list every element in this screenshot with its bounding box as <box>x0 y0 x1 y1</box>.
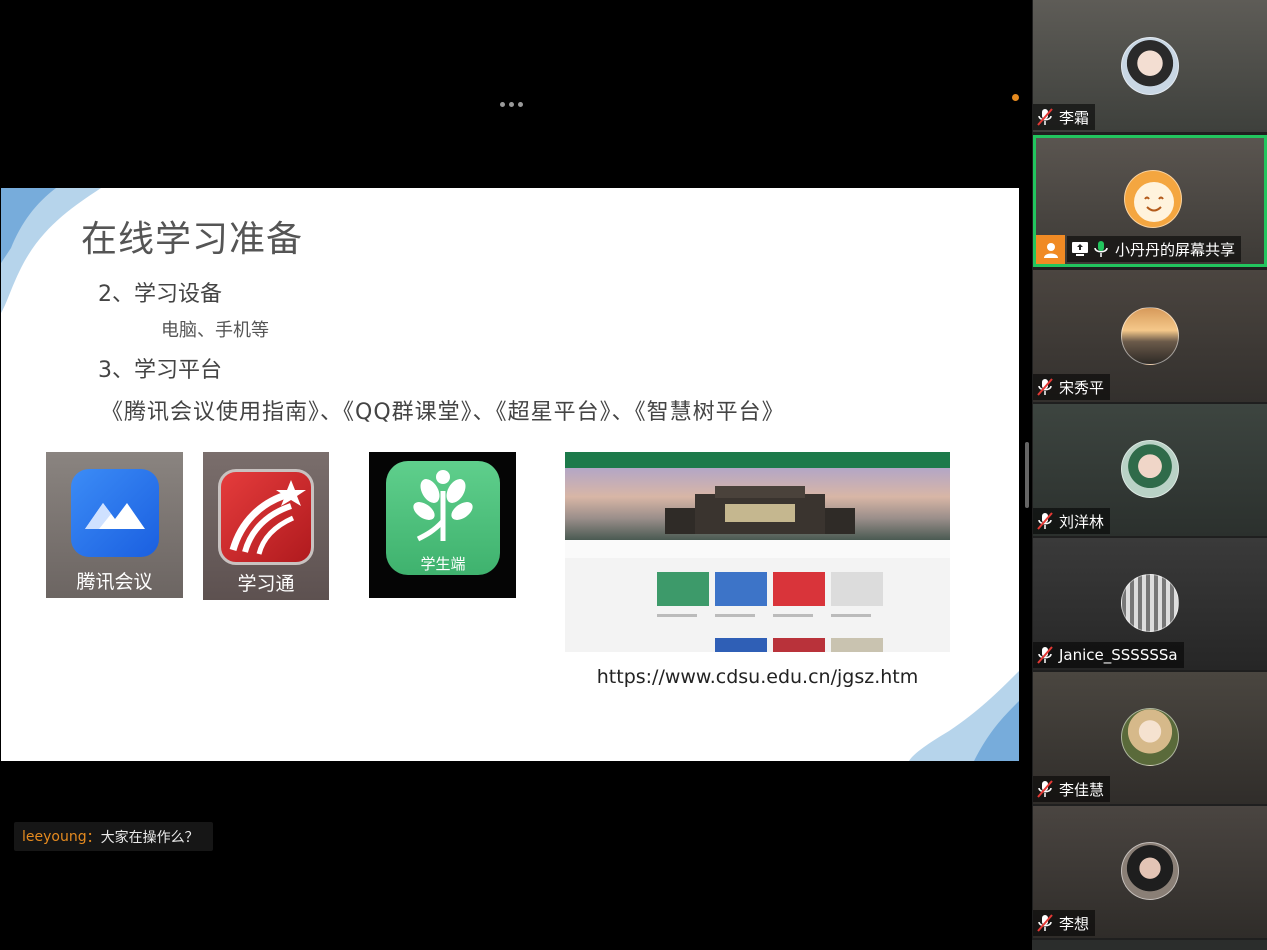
participant-name-tag: 小丹丹的屏幕共享 <box>1067 236 1242 262</box>
mic-muted-icon <box>1037 108 1053 126</box>
mic-muted-icon <box>1037 646 1053 664</box>
avatar <box>1124 170 1182 228</box>
website-search-bar <box>565 540 950 558</box>
mic-muted-icon <box>1037 780 1053 798</box>
tencent-meeting-icon <box>71 469 159 557</box>
zhihuishu-label: 学生端 <box>420 555 466 573</box>
mic-active-icon <box>1094 241 1108 257</box>
website-hero-image <box>565 468 950 540</box>
participant-tile[interactable]: 宋秀平 <box>1033 270 1267 402</box>
participant-tile[interactable]: 刘洋林 <box>1033 404 1267 536</box>
participant-name-tag: 刘洋林 <box>1033 508 1111 534</box>
xuexitong-label: 学习通 <box>237 573 295 595</box>
participant-name-tag: 宋秀平 <box>1033 374 1111 400</box>
chat-separator: ： <box>86 829 101 846</box>
participant-tile[interactable]: Janice_SSSSSSa <box>1033 538 1267 670</box>
avatar <box>1121 708 1179 766</box>
participant-name: 小丹丹的屏幕共享 <box>1115 240 1236 259</box>
mic-muted-icon <box>1037 914 1053 932</box>
avatar <box>1121 574 1179 632</box>
chat-message: leeyoung ： 大家在操作么？ <box>14 822 213 851</box>
participant-tile[interactable]: 李霜 <box>1033 0 1267 132</box>
more-options-icon[interactable] <box>497 96 525 112</box>
chat-sender: leeyoung <box>22 828 87 845</box>
mic-muted-icon <box>1037 378 1053 396</box>
zhihuishu-app-tile: 学生端 <box>369 452 516 598</box>
slide-platform-list: 《腾讯会议使用指南》、《QQ群课堂》、《超星平台》、《智慧树平台》 <box>101 400 785 425</box>
participant-name-tag: 李霜 <box>1033 104 1096 130</box>
participant-name: 刘洋林 <box>1059 512 1105 531</box>
website-nav-bar <box>565 452 950 468</box>
avatar <box>1121 440 1179 498</box>
participant-name: 李霜 <box>1059 108 1090 127</box>
participant-name: Janice_SSSSSSa <box>1059 646 1178 664</box>
avatar <box>1121 37 1179 95</box>
slide-title: 在线学习准备 <box>81 219 304 260</box>
participant-name-tag: 李想 <box>1033 910 1096 936</box>
scrollbar-thumb[interactable] <box>1025 442 1029 508</box>
slide-item-platforms: 3、学习平台 <box>98 358 222 383</box>
xuexitong-icon <box>218 469 314 565</box>
website-content-grid <box>657 572 883 652</box>
participant-name: 宋秀平 <box>1059 378 1105 397</box>
zhihuishu-icon: 学生端 <box>386 461 500 575</box>
slide-item-devices: 2、学习设备 <box>98 282 222 307</box>
meeting-window: 在线学习准备 2、学习设备 电脑、手机等 3、学习平台 《腾讯会议使用指南》、《… <box>0 0 1267 950</box>
mic-muted-icon <box>1037 512 1053 530</box>
slide-item-devices-detail: 电脑、手机等 <box>161 320 269 341</box>
participant-name: 李想 <box>1059 914 1090 933</box>
participant-tile[interactable]: 李想 <box>1033 806 1267 938</box>
panel-bottom-strip <box>1032 940 1267 950</box>
host-person-icon <box>1036 235 1065 264</box>
website-url: https://www.cdsu.edu.cn/jgsz.htm <box>596 666 919 688</box>
website-screenshot <box>565 452 950 652</box>
status-dot <box>1012 94 1019 101</box>
avatar <box>1121 307 1179 365</box>
xuexitong-app-tile: 学习通 <box>203 452 329 600</box>
participant-tile-active[interactable]: 小丹丹的屏幕共享 <box>1033 135 1267 267</box>
screen-share-icon <box>1072 242 1088 256</box>
tencent-meeting-app-tile: 腾讯会议 <box>46 452 183 598</box>
participant-name-tag: 李佳慧 <box>1033 776 1111 802</box>
tencent-meeting-label: 腾讯会议 <box>76 571 153 593</box>
participant-name-tag: Janice_SSSSSSa <box>1033 642 1184 668</box>
participant-name: 李佳慧 <box>1059 780 1105 799</box>
shared-slide: 在线学习准备 2、学习设备 电脑、手机等 3、学习平台 《腾讯会议使用指南》、《… <box>1 188 1019 761</box>
screen-share-area: 在线学习准备 2、学习设备 电脑、手机等 3、学习平台 《腾讯会议使用指南》、《… <box>0 0 1032 950</box>
participant-panel: 李霜 小丹丹的屏幕共享 宋秀平 刘洋林 Janice_SSSSSSa 李佳慧 李… <box>1032 0 1267 950</box>
avatar <box>1121 842 1179 900</box>
participant-tile[interactable]: 李佳慧 <box>1033 672 1267 804</box>
chat-text: 大家在操作么？ <box>100 829 199 846</box>
